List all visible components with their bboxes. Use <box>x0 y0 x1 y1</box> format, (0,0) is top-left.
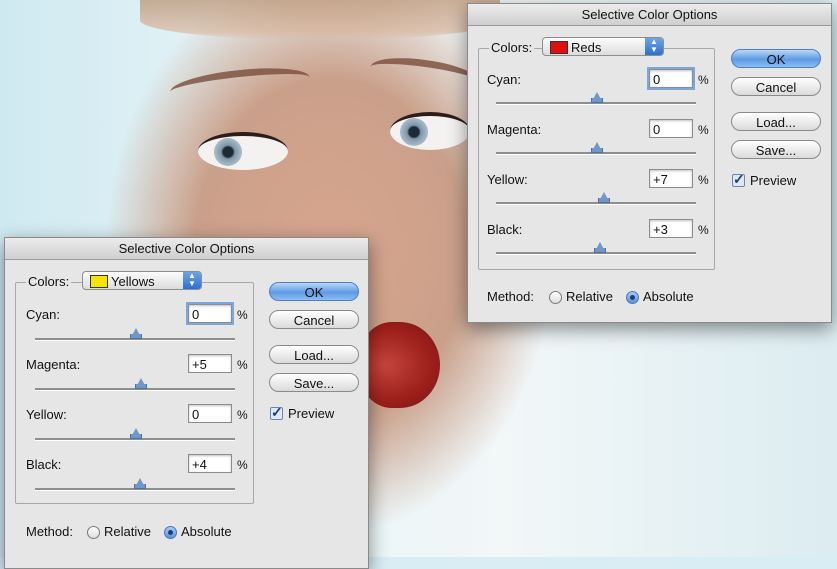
method-label: Method: <box>26 524 73 539</box>
colors-select[interactable]: Yellows ▲ ▼ <box>82 271 202 290</box>
yellow-label: Yellow: <box>487 172 528 187</box>
left-eyebrow <box>168 62 312 107</box>
black-label: Black: <box>487 222 523 237</box>
magenta-slider-thumb[interactable] <box>135 378 147 389</box>
updown-arrows-icon: ▲ ▼ <box>183 272 201 289</box>
yellow-percent: % <box>237 408 248 422</box>
relative-label[interactable]: Relative <box>566 289 613 304</box>
yellow-slider-track[interactable] <box>496 202 696 205</box>
red-swatch <box>550 41 568 54</box>
black-percent: % <box>698 223 709 237</box>
absolute-radio[interactable] <box>164 526 177 539</box>
save-button[interactable]: Save... <box>731 140 821 159</box>
black-percent: % <box>237 458 248 472</box>
colors-label: Colors: <box>26 274 72 289</box>
cancel-button[interactable]: Cancel <box>731 77 821 96</box>
magenta-percent: % <box>237 358 248 372</box>
yellow-swatch <box>90 275 108 288</box>
cyan-slider-thumb[interactable] <box>130 328 142 339</box>
yellow-percent: % <box>698 173 709 187</box>
selective-color-dialog-yellows: Selective Color Options Colors: Yellows … <box>4 237 369 569</box>
load-button[interactable]: Load... <box>731 112 821 131</box>
magenta-label: Magenta: <box>26 357 81 372</box>
dialog-title[interactable]: Selective Color Options <box>468 4 831 26</box>
ok-button[interactable]: OK <box>731 49 821 68</box>
magenta-label: Magenta: <box>487 122 542 137</box>
absolute-label[interactable]: Absolute <box>181 524 232 539</box>
yellow-field[interactable]: 0 <box>188 404 232 423</box>
preview-checkbox[interactable] <box>732 171 745 188</box>
magenta-field[interactable]: +5 <box>188 354 232 373</box>
black-field[interactable]: +3 <box>649 219 693 238</box>
magenta-percent: % <box>698 123 709 137</box>
yellow-slider-thumb[interactable] <box>130 428 142 439</box>
cyan-field[interactable]: 0 <box>647 67 695 90</box>
left-eye <box>198 132 288 170</box>
magenta-field[interactable]: 0 <box>649 119 693 138</box>
yellow-slider-thumb[interactable] <box>598 192 610 203</box>
updown-arrows-icon: ▲ ▼ <box>645 38 663 55</box>
cancel-button[interactable]: Cancel <box>269 310 359 329</box>
colors-select[interactable]: Reds ▲ ▼ <box>542 37 664 56</box>
relative-radio[interactable] <box>549 291 562 304</box>
cyan-percent: % <box>237 308 248 322</box>
right-eyebrow <box>368 52 482 97</box>
black-field[interactable]: +4 <box>188 454 232 473</box>
right-eye <box>390 112 470 150</box>
black-slider-thumb[interactable] <box>134 478 146 489</box>
preview-label[interactable]: Preview <box>288 406 334 421</box>
colors-select-value: Yellows <box>111 274 155 289</box>
absolute-radio[interactable] <box>626 291 639 304</box>
yellow-label: Yellow: <box>26 407 67 422</box>
cyan-label: Cyan: <box>26 307 60 322</box>
preview-checkbox[interactable] <box>270 404 283 421</box>
relative-label[interactable]: Relative <box>104 524 151 539</box>
method-label: Method: <box>487 289 534 304</box>
preview-label[interactable]: Preview <box>750 173 796 188</box>
cyan-slider-thumb[interactable] <box>591 92 603 103</box>
colors-label: Colors: <box>489 40 535 55</box>
cyan-label: Cyan: <box>487 72 521 87</box>
lips <box>360 322 440 408</box>
ok-button[interactable]: OK <box>269 282 359 301</box>
absolute-label[interactable]: Absolute <box>643 289 694 304</box>
black-label: Black: <box>26 457 62 472</box>
selective-color-dialog-reds: Selective Color Options Colors: Reds ▲ ▼ … <box>467 3 832 323</box>
save-button[interactable]: Save... <box>269 373 359 392</box>
hair <box>140 0 500 40</box>
cyan-percent: % <box>698 73 709 87</box>
black-slider-thumb[interactable] <box>594 242 606 253</box>
dialog-title[interactable]: Selective Color Options <box>5 238 368 260</box>
magenta-slider-thumb[interactable] <box>591 142 603 153</box>
cyan-field[interactable]: 0 <box>186 302 234 325</box>
load-button[interactable]: Load... <box>269 345 359 364</box>
relative-radio[interactable] <box>87 526 100 539</box>
yellow-field[interactable]: +7 <box>649 169 693 188</box>
colors-select-value: Reds <box>571 40 602 55</box>
